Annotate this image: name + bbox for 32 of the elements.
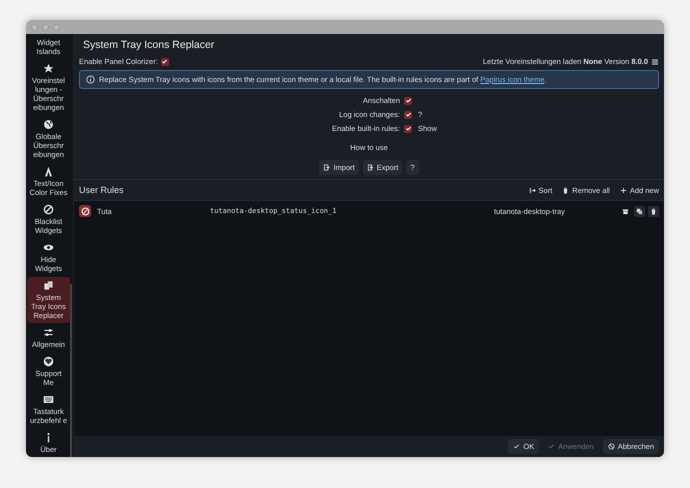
- check-icon: [548, 443, 556, 450]
- sidebar-item-icon: [43, 63, 54, 74]
- scrollbar[interactable]: [70, 284, 72, 457]
- checkbox[interactable]: [404, 96, 412, 104]
- blocked-circle-icon: [79, 205, 91, 217]
- sidebar-item-icon: [43, 327, 54, 338]
- checkbox[interactable]: [404, 110, 412, 118]
- sidebar-item-icon: [43, 204, 54, 215]
- delete-button[interactable]: [648, 206, 659, 216]
- copy-button[interactable]: [634, 206, 645, 216]
- section-title: User Rules: [79, 185, 124, 195]
- page-title: System Tray Icons Replacer: [83, 39, 216, 51]
- trash-icon: [650, 208, 657, 214]
- check-icon: [513, 443, 520, 450]
- sidebar-item-icon: [43, 356, 54, 367]
- trash-icon: [562, 186, 570, 194]
- checkbox[interactable]: [160, 58, 169, 66]
- copy-icon: [636, 208, 643, 214]
- file-arrow-icon: [323, 164, 330, 171]
- sidebar-item-icon: [43, 280, 54, 291]
- plus-icon: [620, 186, 627, 194]
- file-arrow-icon: [366, 164, 374, 171]
- archive-icon: [622, 208, 629, 214]
- menu-icon[interactable]: [651, 58, 659, 66]
- sidebar-item-icon: [43, 166, 54, 177]
- info-icon: [86, 75, 95, 84]
- sidebar-item-icon: [43, 394, 54, 405]
- sidebar-item-icon: [43, 242, 54, 253]
- sort-icon: [528, 186, 536, 194]
- sidebar-item-icon: [43, 119, 54, 130]
- cancel-icon: [608, 443, 615, 450]
- checkbox[interactable]: [404, 124, 412, 132]
